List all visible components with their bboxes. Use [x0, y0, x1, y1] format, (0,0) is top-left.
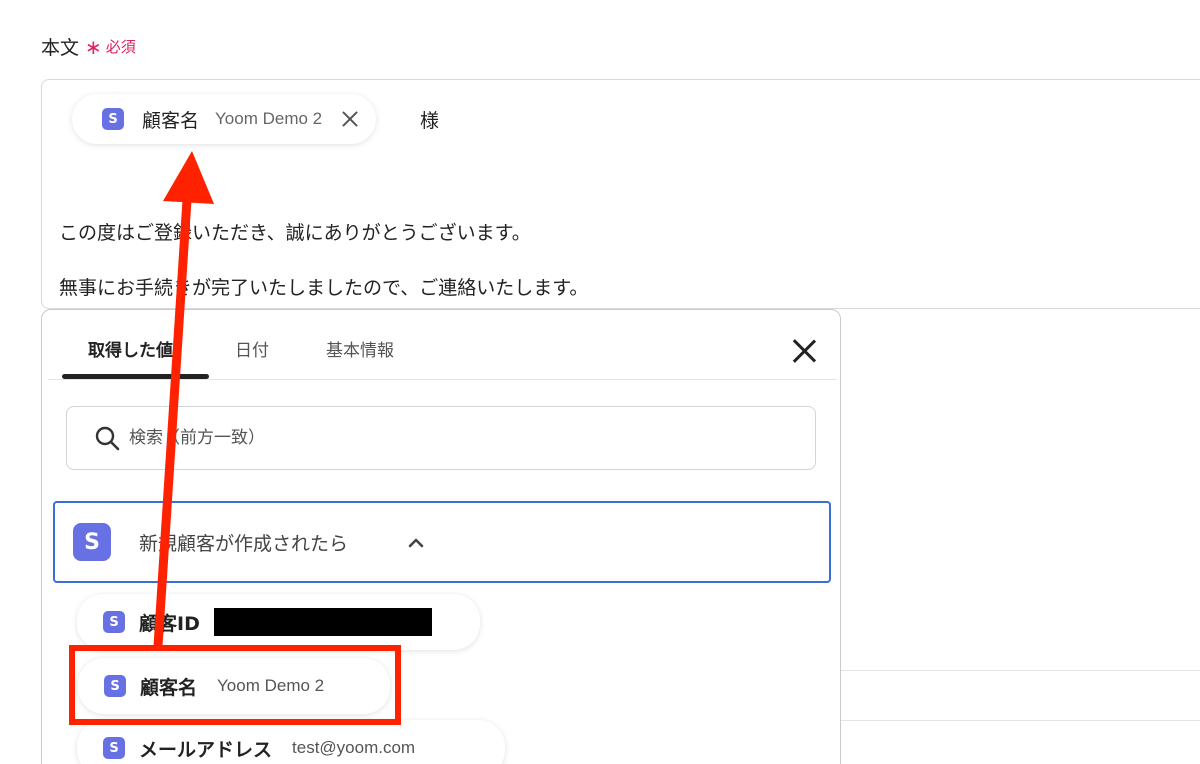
tab-date[interactable]: 日付 — [235, 336, 269, 361]
tab-retrieved-values[interactable]: 取得した値 — [88, 336, 173, 361]
body-editor[interactable]: S 顧客名 Yoom Demo 2 様 この度はご登録いただき、誠にありがとうご… — [41, 79, 1200, 309]
s-app-icon: S — [103, 737, 125, 759]
tab-bar: 取得した値 日付 基本情報 — [48, 310, 836, 380]
required-text: 必須 — [105, 38, 136, 56]
divider — [840, 720, 1200, 721]
tab-basic-info[interactable]: 基本情報 — [326, 336, 394, 361]
item-name: メールアドレス — [139, 738, 273, 761]
redacted-value — [213, 608, 432, 636]
active-tab-indicator — [62, 374, 209, 379]
list-item-email[interactable]: S メールアドレス test@yoom.com — [77, 720, 505, 764]
search-icon — [95, 426, 120, 451]
field-label-text: 本文 — [41, 37, 80, 59]
s-app-icon: S — [73, 523, 111, 561]
chip-value: Yoom Demo 2 — [215, 109, 323, 128]
trigger-group-header[interactable]: S 新規顧客が作成されたら — [53, 501, 831, 583]
chip-name: 顧客名 — [142, 109, 200, 132]
variable-chip-customer-name[interactable]: S 顧客名 Yoom Demo 2 — [72, 94, 377, 144]
body-text-line: 無事にお手続きが完了いたしましたので、ご連絡いたします。 — [59, 277, 589, 299]
chevron-up-icon[interactable] — [407, 535, 425, 549]
s-app-icon: S — [102, 108, 124, 130]
required-star-icon: ∗ — [85, 34, 102, 59]
item-value: test@yoom.com — [292, 738, 416, 757]
list-item-customer-id[interactable]: S 顧客ID — [77, 594, 480, 650]
s-app-icon: S — [103, 611, 125, 633]
search-box[interactable] — [66, 406, 816, 470]
body-text-line: この度はご登録いただき、誠にありがとうございます。 — [59, 222, 531, 244]
item-name: 顧客ID — [139, 612, 200, 635]
close-icon[interactable] — [340, 109, 360, 129]
close-icon[interactable] — [791, 338, 817, 364]
annotation-highlight-box — [69, 645, 401, 725]
divider — [840, 670, 1200, 671]
group-title: 新規顧客が作成されたら — [139, 533, 349, 555]
search-input[interactable] — [129, 407, 769, 469]
field-label: 本文 ∗ 必須 — [41, 33, 136, 60]
text-suffix: 様 — [420, 110, 440, 132]
